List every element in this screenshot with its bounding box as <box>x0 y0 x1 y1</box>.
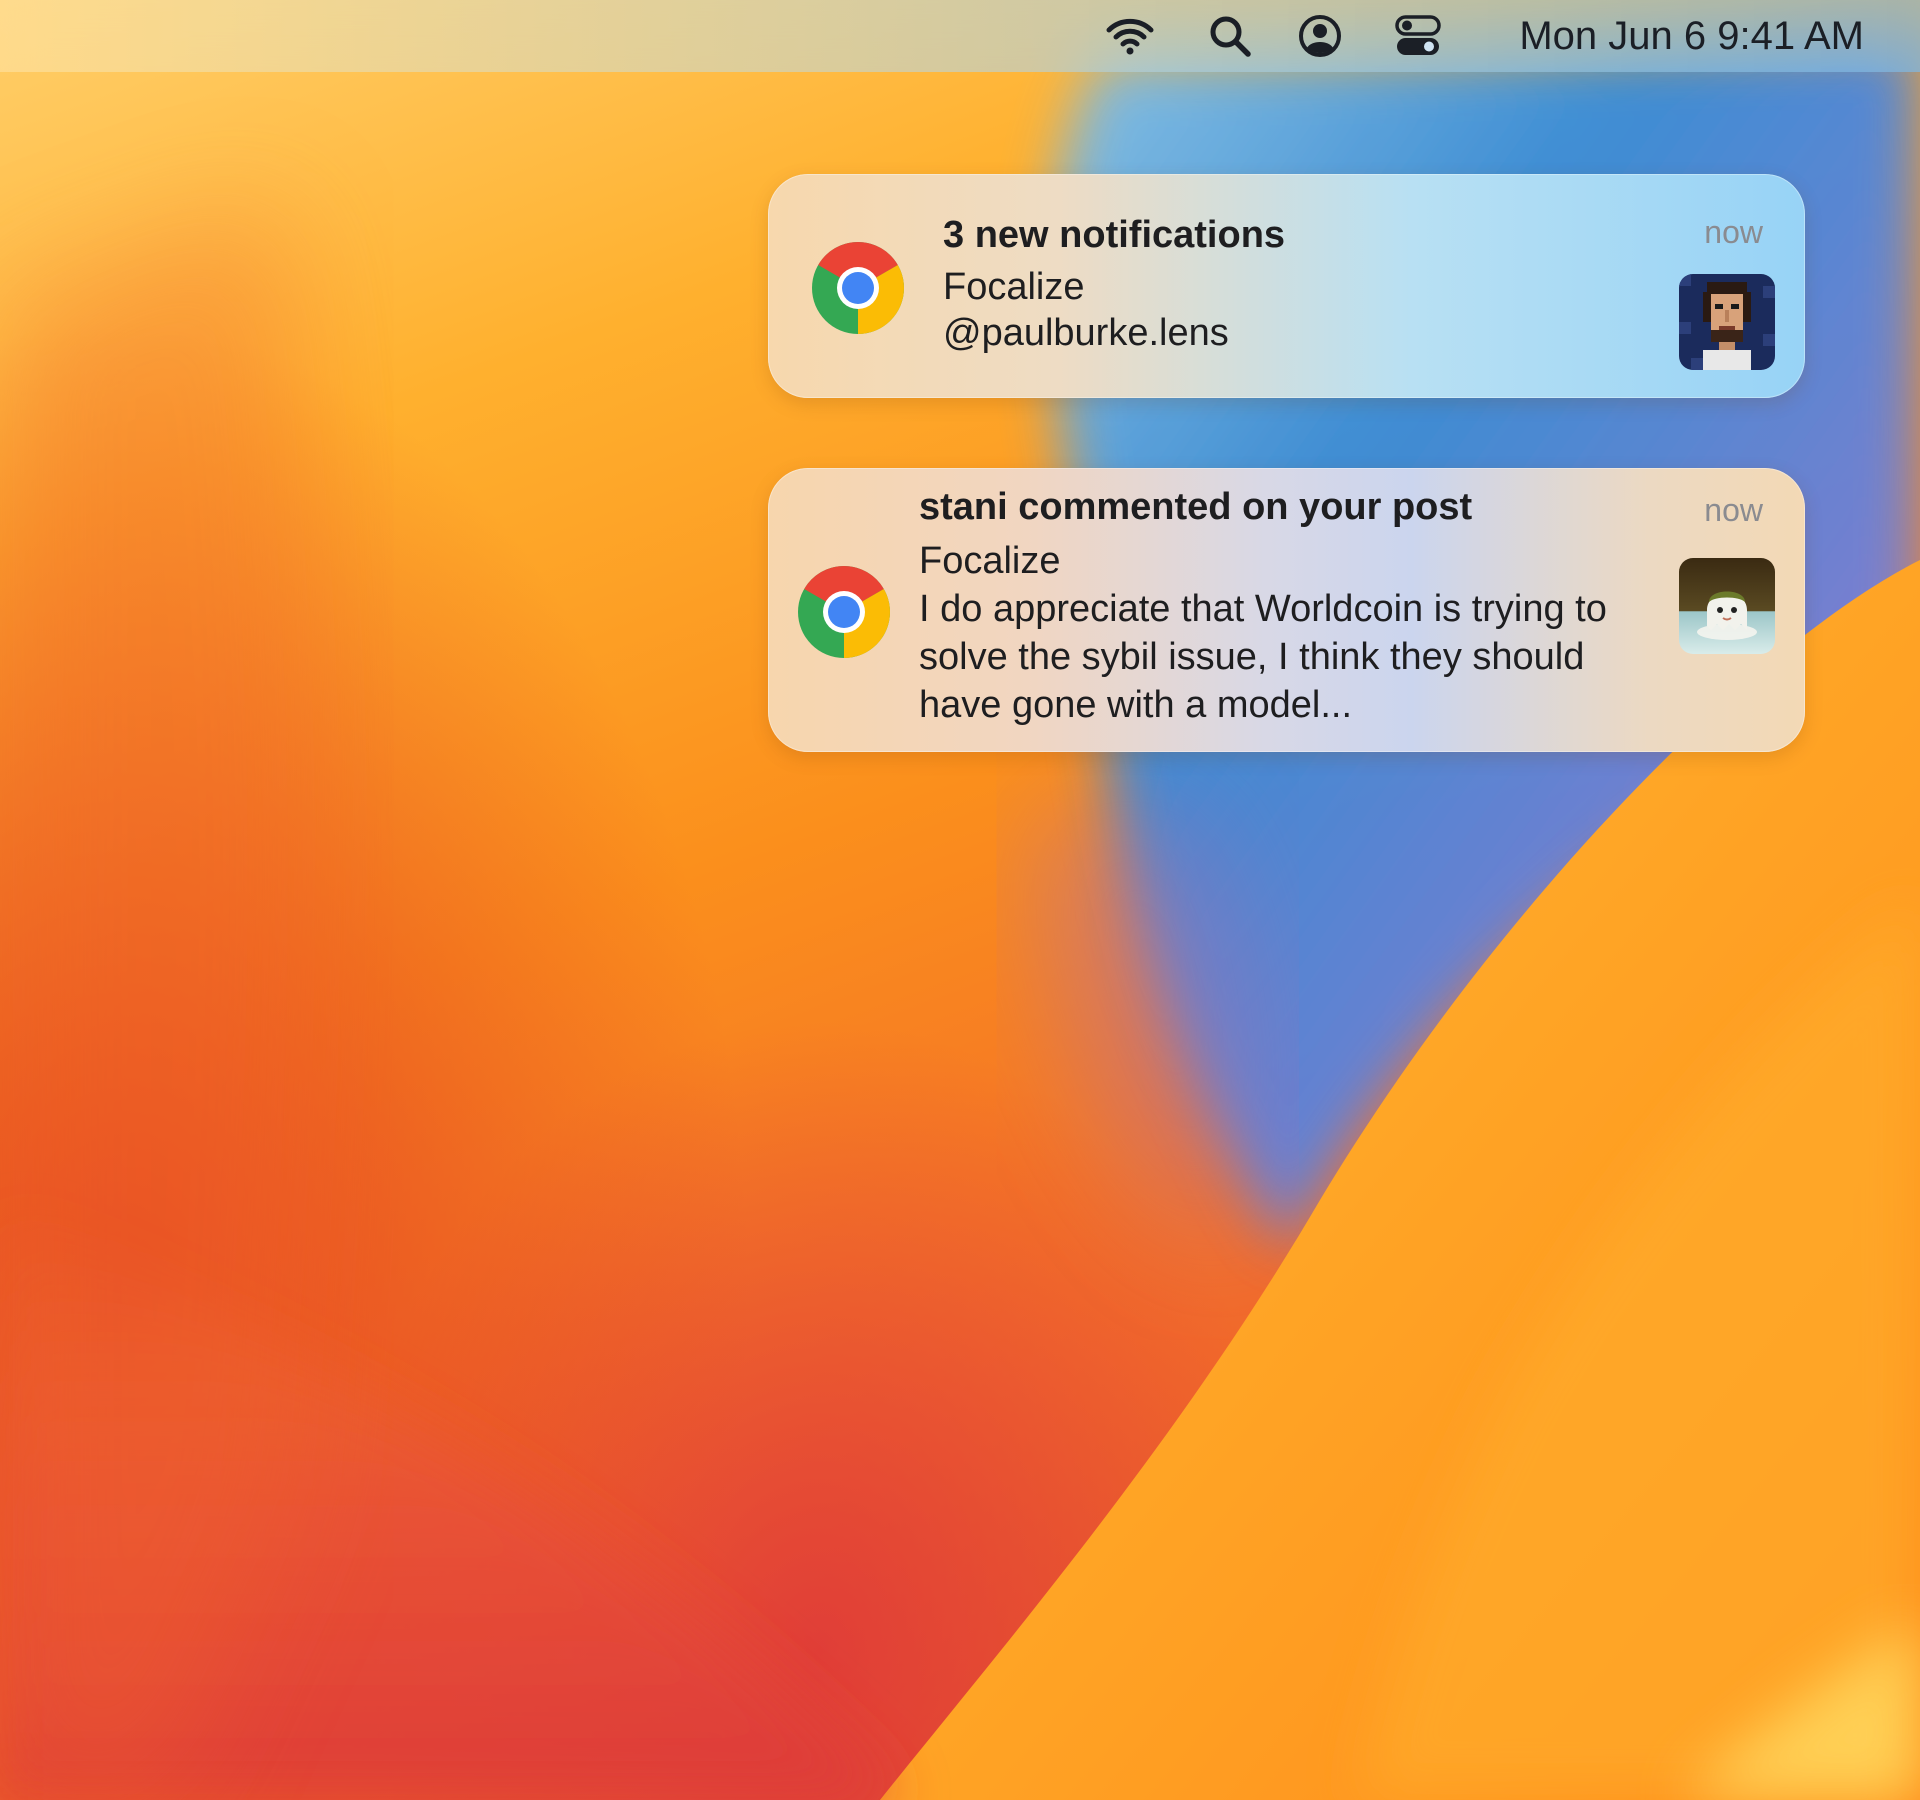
pixel-art-avatar <box>1679 274 1775 370</box>
user-account-icon[interactable] <box>1294 10 1346 62</box>
wifi-icon[interactable] <box>1104 10 1156 62</box>
notification-timestamp: now <box>1704 492 1763 528</box>
control-center-icon[interactable] <box>1392 10 1444 62</box>
ghost-character-avatar <box>1679 558 1775 654</box>
notification-card[interactable]: stani commented on your post Focalize I … <box>768 468 1805 752</box>
chrome-icon <box>812 242 904 334</box>
notification-body: @paulburke.lens <box>943 312 1229 354</box>
notification-timestamp: now <box>1704 214 1763 250</box>
desktop: Mon Jun 6 9:41 AM 3 new notifications Fo… <box>0 0 1920 1800</box>
notification-subtitle: Focalize <box>919 540 1061 582</box>
notification-title: stani commented on your post <box>919 486 1473 528</box>
search-icon[interactable] <box>1204 10 1256 62</box>
menu-bar-clock[interactable]: Mon Jun 6 9:41 AM <box>1519 10 1864 62</box>
menu-bar: Mon Jun 6 9:41 AM <box>0 0 1920 72</box>
notification-card[interactable]: 3 new notifications Focalize @paulburke.… <box>768 174 1805 398</box>
notification-title: 3 new notifications <box>943 214 1286 256</box>
notification-subtitle: Focalize <box>943 266 1085 308</box>
chrome-icon <box>798 566 890 658</box>
notification-body: I do appreciate that Worldcoin is trying… <box>919 588 1607 726</box>
